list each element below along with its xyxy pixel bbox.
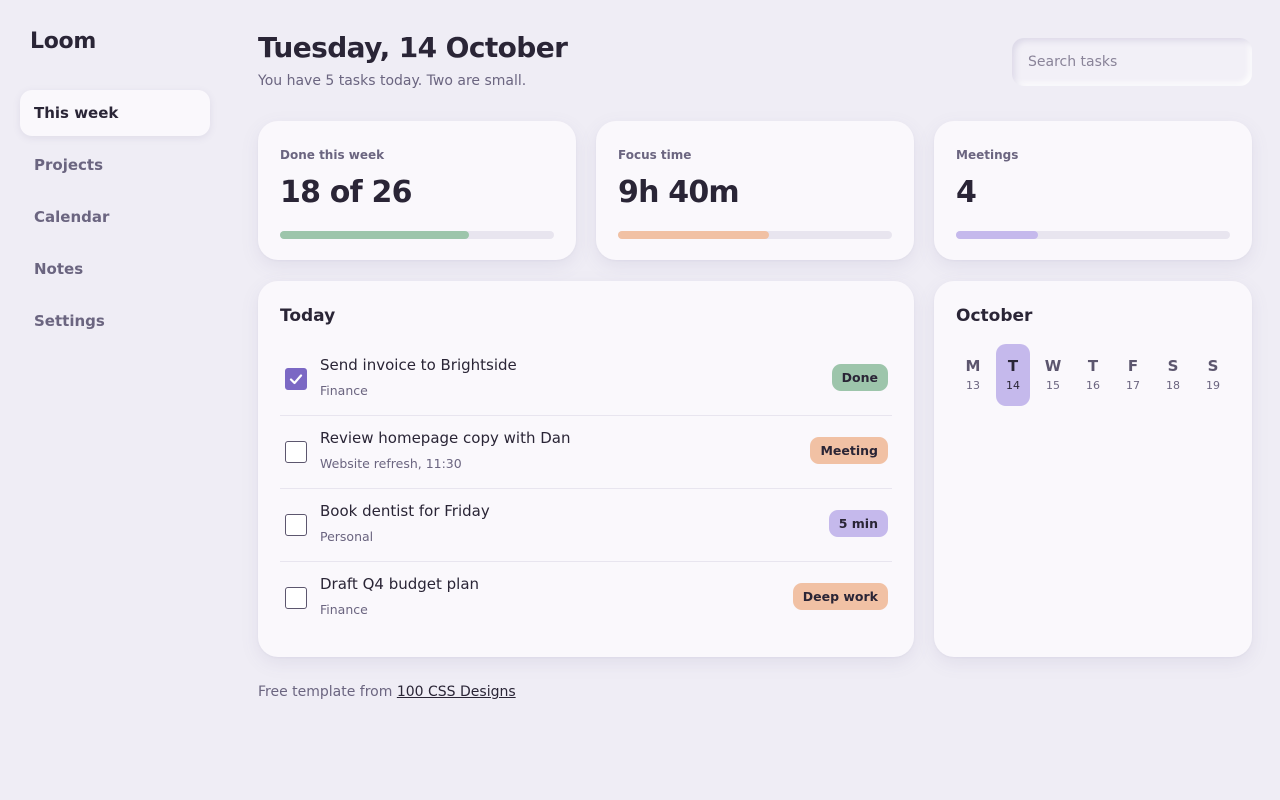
task-checkbox[interactable] <box>285 514 307 536</box>
page-subtitle: You have 5 tasks today. Two are small. <box>258 73 527 89</box>
calendar-card: October M 13 T 14 W 15 T 16 F 17 S 18 S … <box>934 281 1252 657</box>
task-row[interactable]: Review homepage copy with Dan Website re… <box>280 416 892 489</box>
task-row[interactable]: Draft Q4 budget plan Finance Deep work <box>280 562 892 635</box>
task-checkbox[interactable] <box>285 368 307 390</box>
day-letter: M <box>965 357 981 375</box>
task-row[interactable]: Send invoice to Brightside Finance Done <box>280 343 892 416</box>
day-number: 19 <box>1206 379 1220 392</box>
progress-bar <box>280 231 554 239</box>
task-badge: 5 min <box>828 510 888 537</box>
task-title: Review homepage copy with Dan <box>320 429 571 447</box>
calendar-month: October <box>956 306 1033 326</box>
page-title: Tuesday, 14 October <box>258 31 568 64</box>
task-title: Send invoice to Brightside <box>320 356 517 374</box>
stat-label: Focus time <box>618 148 692 162</box>
today-card: Today Send invoice to Brightside Finance… <box>258 281 914 657</box>
sidebar-item-settings[interactable]: Settings <box>20 298 210 344</box>
progress-fill <box>956 231 1039 239</box>
sidebar-item-notes[interactable]: Notes <box>20 246 210 292</box>
task-badge: Deep work <box>792 583 888 610</box>
day-letter: W <box>1044 357 1062 375</box>
sidebar-item-projects[interactable]: Projects <box>20 142 210 188</box>
stat-value: 18 of 26 <box>280 175 412 210</box>
calendar-day[interactable]: M 13 <box>956 344 990 406</box>
sidebar-item-calendar[interactable]: Calendar <box>20 194 210 240</box>
day-number: 16 <box>1086 379 1100 392</box>
stat-card-meetings: Meetings 4 <box>934 121 1252 260</box>
progress-fill <box>618 231 769 239</box>
stat-label: Done this week <box>280 148 385 162</box>
checkmark-icon <box>289 374 303 385</box>
task-meta: Finance <box>320 383 368 398</box>
task-checkbox[interactable] <box>285 441 307 463</box>
footer-text: Free template from <box>258 684 393 700</box>
stat-value: 9h 40m <box>618 175 740 210</box>
day-number: 15 <box>1046 379 1060 392</box>
task-row[interactable]: Book dentist for Friday Personal 5 min <box>280 489 892 562</box>
task-meta: Website refresh, 11:30 <box>320 456 462 471</box>
day-letter: F <box>1127 357 1139 375</box>
task-checkbox[interactable] <box>285 587 307 609</box>
sidebar: Loom This week Projects Calendar Notes S… <box>0 0 230 800</box>
calendar-day[interactable]: S 18 <box>1156 344 1190 406</box>
day-letter: S <box>1207 357 1219 375</box>
task-meta: Personal <box>320 529 374 544</box>
stat-value: 4 <box>956 175 977 210</box>
search-box <box>1012 38 1252 86</box>
task-meta: Finance <box>320 602 368 617</box>
app-logo: Loom <box>30 29 96 54</box>
day-number: 17 <box>1126 379 1140 392</box>
day-letter: T <box>1007 357 1019 375</box>
stat-card-focus: Focus time 9h 40m <box>596 121 914 260</box>
sidebar-nav: This week Projects Calendar Notes Settin… <box>20 90 210 350</box>
day-number: 13 <box>966 379 980 392</box>
calendar-day[interactable]: T 14 <box>996 344 1030 406</box>
progress-bar <box>618 231 892 239</box>
week-strip: M 13 T 14 W 15 T 16 F 17 S 18 S 19 <box>956 344 1236 406</box>
footer: Free template from 100 CSS Designs <box>258 684 516 700</box>
calendar-day[interactable]: S 19 <box>1196 344 1230 406</box>
footer-link[interactable]: 100 CSS Designs <box>397 684 516 700</box>
search-input[interactable] <box>1028 54 1238 70</box>
day-letter: T <box>1087 357 1099 375</box>
stat-card-done: Done this week 18 of 26 <box>258 121 576 260</box>
progress-bar <box>956 231 1230 239</box>
task-badge: Done <box>831 364 888 391</box>
sidebar-item-this-week[interactable]: This week <box>20 90 210 136</box>
day-letter: S <box>1167 357 1179 375</box>
progress-fill <box>280 231 470 239</box>
stat-label: Meetings <box>956 148 1019 162</box>
day-number: 18 <box>1166 379 1180 392</box>
task-title: Draft Q4 budget plan <box>320 575 480 593</box>
task-badge: Meeting <box>810 437 888 464</box>
task-title: Book dentist for Friday <box>320 502 490 520</box>
today-title: Today <box>280 306 336 326</box>
calendar-day[interactable]: W 15 <box>1036 344 1070 406</box>
day-number: 14 <box>1006 379 1020 392</box>
calendar-day[interactable]: T 16 <box>1076 344 1110 406</box>
calendar-day[interactable]: F 17 <box>1116 344 1150 406</box>
